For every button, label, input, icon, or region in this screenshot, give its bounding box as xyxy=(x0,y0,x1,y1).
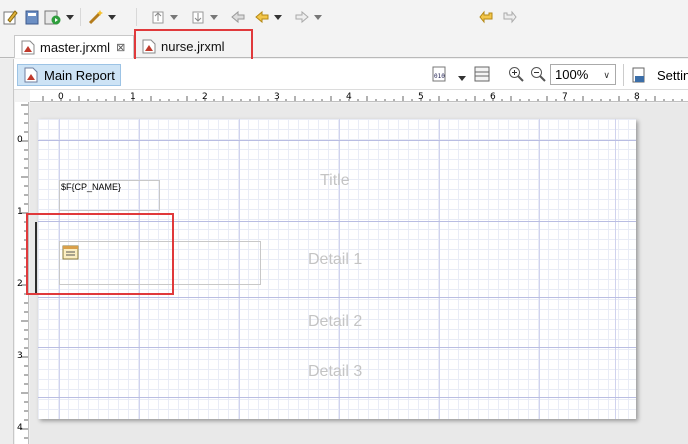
left-gutter xyxy=(0,59,14,444)
svg-text:010: 010 xyxy=(434,73,445,80)
main-toolbar xyxy=(0,0,688,33)
editor-toolbar: Main Report 010 100% ∨ Settin xyxy=(14,59,688,90)
ruler-tick-label: 2 xyxy=(202,92,208,102)
band-detail3-label: Detail 3 xyxy=(308,363,363,380)
up-icon[interactable] xyxy=(150,8,178,26)
datasource-icon[interactable]: 010 xyxy=(432,66,446,85)
edit-icon[interactable] xyxy=(2,8,18,26)
run-icon[interactable] xyxy=(44,8,74,26)
close-icon[interactable]: ⊠ xyxy=(116,41,125,54)
ruler-tick-label: 6 xyxy=(490,92,496,102)
editor-tab-bar: master.jrxml ⊠ nurse.jrxml xyxy=(0,33,688,58)
zoom-out-icon[interactable] xyxy=(530,66,546,85)
zoom-value: 100% xyxy=(555,67,589,82)
report-icon xyxy=(24,67,38,83)
ruler-tick-label: 5 xyxy=(418,92,424,102)
band-detail1-label: Detail 1 xyxy=(308,251,363,268)
highlight-box-detail xyxy=(26,213,174,295)
back-icon[interactable] xyxy=(230,8,246,26)
ruler-tick-label: 0 xyxy=(17,135,23,145)
next-icon[interactable] xyxy=(294,8,322,26)
ruler-tick-label: 7 xyxy=(562,92,568,102)
ruler-corner xyxy=(15,90,30,102)
ruler-tick-label: 4 xyxy=(346,92,352,102)
jrxml-file-icon xyxy=(21,40,35,54)
ruler-tick-label: 1 xyxy=(130,92,136,102)
redo-icon[interactable] xyxy=(500,8,518,26)
ruler-tick-label: 4 xyxy=(17,423,23,433)
tab-label: master.jrxml xyxy=(40,39,111,55)
zoom-select[interactable]: 100% ∨ xyxy=(550,64,616,85)
text-field-cp-name[interactable]: $F{CP_NAME} xyxy=(59,180,160,211)
settings-button[interactable]: Settin xyxy=(631,67,688,83)
ruler-tick-label: 8 xyxy=(634,92,640,102)
zoom-in-icon[interactable] xyxy=(508,66,524,85)
main-report-button[interactable]: Main Report xyxy=(17,64,121,86)
db-icon[interactable] xyxy=(24,8,40,26)
datasource-dropdown[interactable] xyxy=(458,70,466,84)
ruler-tick-label: 3 xyxy=(17,351,23,361)
chevron-down-icon: ∨ xyxy=(603,70,610,80)
down-icon[interactable] xyxy=(190,8,218,26)
ruler-tick-label: 2 xyxy=(17,279,23,289)
ruler-tick-label: 1 xyxy=(17,207,23,217)
ruler-tick-label: 0 xyxy=(58,92,64,102)
ruler-tick-label: 3 xyxy=(274,92,280,102)
main-report-label: Main Report xyxy=(44,67,115,83)
horizontal-ruler: 0 1 2 3 4 5 6 7 8 xyxy=(30,90,688,102)
band-detail2-label: Detail 2 xyxy=(308,313,363,330)
band-title-label: Title xyxy=(320,172,350,189)
layout-icon[interactable] xyxy=(474,66,490,85)
highlight-box-tab xyxy=(134,29,253,62)
wand-icon[interactable] xyxy=(88,8,116,26)
settings-label: Settin xyxy=(657,67,688,83)
prev-icon[interactable] xyxy=(254,8,282,26)
settings-icon xyxy=(632,67,645,83)
tab-master-jrxml[interactable]: master.jrxml ⊠ xyxy=(14,35,134,58)
undo-icon[interactable] xyxy=(478,8,496,26)
